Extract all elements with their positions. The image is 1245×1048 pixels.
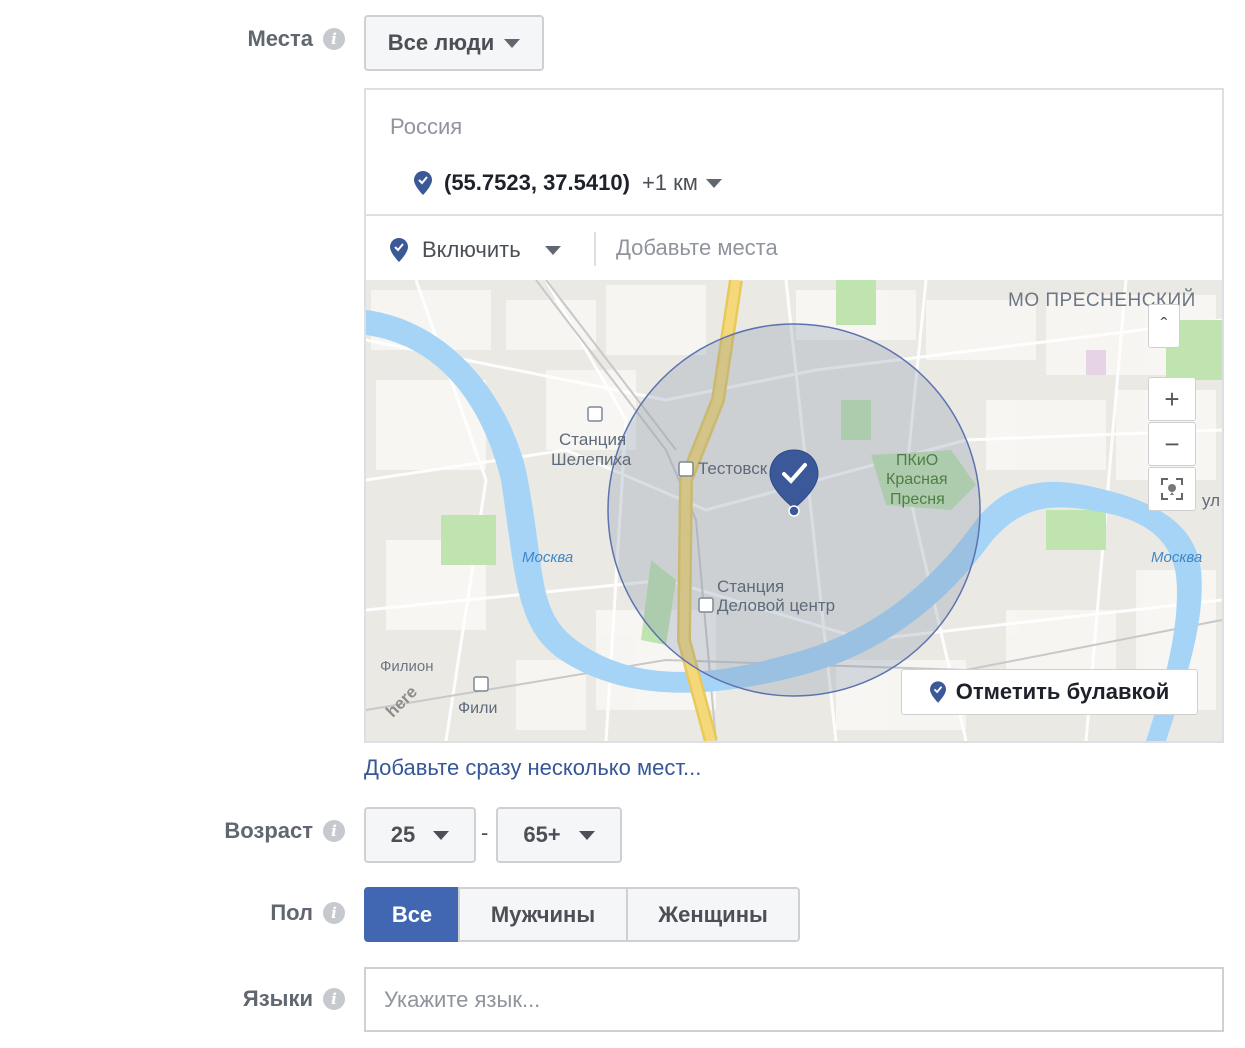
zoom-out-button[interactable]: −: [1148, 422, 1196, 466]
add-multiple-places-link[interactable]: Добавьте сразу несколько мест...: [364, 755, 701, 781]
include-dropdown[interactable]: Включить: [390, 230, 561, 270]
map-label-park: Красная: [886, 471, 948, 488]
map-label-station: Станция: [717, 577, 785, 596]
gender-female-button[interactable]: Женщины: [626, 887, 800, 942]
gender-label: Пол i: [270, 900, 345, 926]
gender-all-button[interactable]: Все: [364, 887, 460, 942]
map-label-park: Пресня: [890, 491, 945, 508]
info-icon[interactable]: i: [323, 820, 345, 842]
minus-icon: −: [1164, 428, 1180, 459]
info-icon[interactable]: i: [323, 28, 345, 50]
audience-dropdown-label: Все люди: [387, 30, 495, 55]
age-label-text: Возраст: [224, 818, 313, 843]
map-label-station: Фили: [458, 700, 498, 717]
gender-male-button[interactable]: Мужчины: [458, 887, 628, 942]
chevron-down-icon: [433, 830, 450, 840]
chevron-down-icon: [504, 38, 521, 48]
info-icon[interactable]: i: [323, 902, 345, 924]
vertical-divider: [594, 232, 596, 266]
plus-icon: +: [1164, 383, 1180, 414]
zoom-in-button[interactable]: +: [1148, 377, 1196, 421]
map-label-park: ПКиО: [896, 452, 939, 469]
map-label-station: Шелепиха: [551, 450, 632, 469]
chevron-up-icon: ˆ: [1160, 314, 1168, 337]
age-max-value: 65+: [523, 822, 561, 847]
map-label-river: Москва: [1151, 549, 1203, 566]
info-icon[interactable]: i: [323, 988, 345, 1010]
audience-dropdown[interactable]: Все люди: [364, 15, 544, 71]
add-places-input[interactable]: Добавьте места: [616, 235, 778, 261]
chevron-down-icon[interactable]: [705, 178, 722, 188]
divider: [366, 214, 1222, 216]
drop-pin-button[interactable]: Отметить булавкой: [901, 669, 1198, 715]
focus-icon: [1161, 478, 1183, 500]
location-pin-icon: [390, 238, 408, 262]
map-label-station: Деловой центр: [717, 596, 836, 615]
location-pin-icon: [414, 171, 432, 195]
map-label-edge: ул: [1202, 491, 1221, 510]
map-label-station: Станция: [559, 430, 627, 449]
age-separator: -: [481, 820, 489, 845]
include-dropdown-label: Включить: [422, 237, 521, 262]
age-label: Возраст i: [224, 818, 345, 844]
age-max-dropdown[interactable]: 65+: [496, 807, 622, 863]
languages-label-text: Языки: [242, 986, 313, 1011]
selected-location[interactable]: (55.7523, 37.5410) +1 км: [414, 170, 722, 196]
country-label: Россия: [390, 114, 463, 139]
location-pin-icon: [929, 681, 946, 703]
places-label-text: Места: [247, 26, 313, 51]
map-label-river: Москва: [522, 549, 574, 566]
map-collapse-button[interactable]: ˆ: [1148, 304, 1180, 348]
age-min-dropdown[interactable]: 25: [364, 807, 476, 863]
location-radius[interactable]: +1 км: [642, 170, 698, 196]
drop-pin-label: Отметить булавкой: [955, 679, 1170, 704]
chevron-down-icon: [544, 245, 561, 255]
gender-label-text: Пол: [270, 900, 313, 925]
map-label-area: Филион: [380, 658, 434, 675]
age-min-value: 25: [390, 822, 416, 847]
languages-label: Языки i: [243, 986, 345, 1012]
location-coords: (55.7523, 37.5410): [444, 170, 630, 195]
map-label-station: Тестовск: [698, 459, 768, 478]
map-view[interactable]: МО ПРЕСНЕНСКИЙ Станция Шелепиха Тестовск…: [366, 280, 1222, 741]
language-input[interactable]: [364, 967, 1224, 1032]
places-label: Места i: [247, 26, 345, 52]
chevron-down-icon: [578, 830, 595, 840]
locate-button[interactable]: [1148, 467, 1196, 511]
